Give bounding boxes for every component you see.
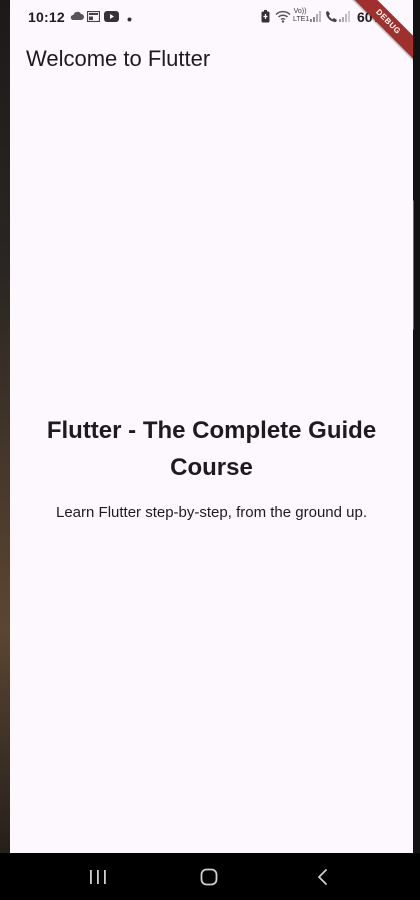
- battery-saver-icon: [261, 10, 270, 27]
- call-icon: [325, 10, 338, 27]
- youtube-icon: [104, 11, 119, 26]
- app-bar-title: Welcome to Flutter: [26, 46, 211, 71]
- network-label: Vo)) LTE1: [293, 8, 310, 23]
- status-bar: 10:12 Vo)) LTE1 DEBUG: [10, 0, 413, 67]
- wifi-icon: [275, 10, 291, 27]
- right-bezel: [413, 0, 420, 900]
- recent-apps-icon[interactable]: [86, 867, 110, 887]
- signal-icon-2: [339, 11, 351, 26]
- course-subtitle: Learn Flutter step-by-step, from the gro…: [56, 504, 367, 521]
- app-bar: Welcome to Flutter: [10, 34, 413, 90]
- main-content: Flutter - The Complete Guide Course Lear…: [10, 412, 413, 521]
- background-edge: [0, 0, 10, 900]
- cloud-icon: [70, 11, 84, 25]
- system-nav-bar: [0, 853, 420, 900]
- status-time: 10:12: [28, 9, 65, 25]
- app-screen: 10:12 Vo)) LTE1 DEBUG Welcome to Flutter…: [10, 0, 413, 853]
- dot-icon: [127, 13, 132, 26]
- device-frame: 10:12 Vo)) LTE1 DEBUG Welcome to Flutter…: [0, 0, 420, 900]
- home-icon[interactable]: [197, 867, 221, 887]
- signal-icon: [310, 11, 322, 26]
- course-heading: Flutter - The Complete Guide Course: [46, 417, 377, 481]
- back-icon[interactable]: [311, 867, 335, 887]
- news-icon: [86, 10, 101, 26]
